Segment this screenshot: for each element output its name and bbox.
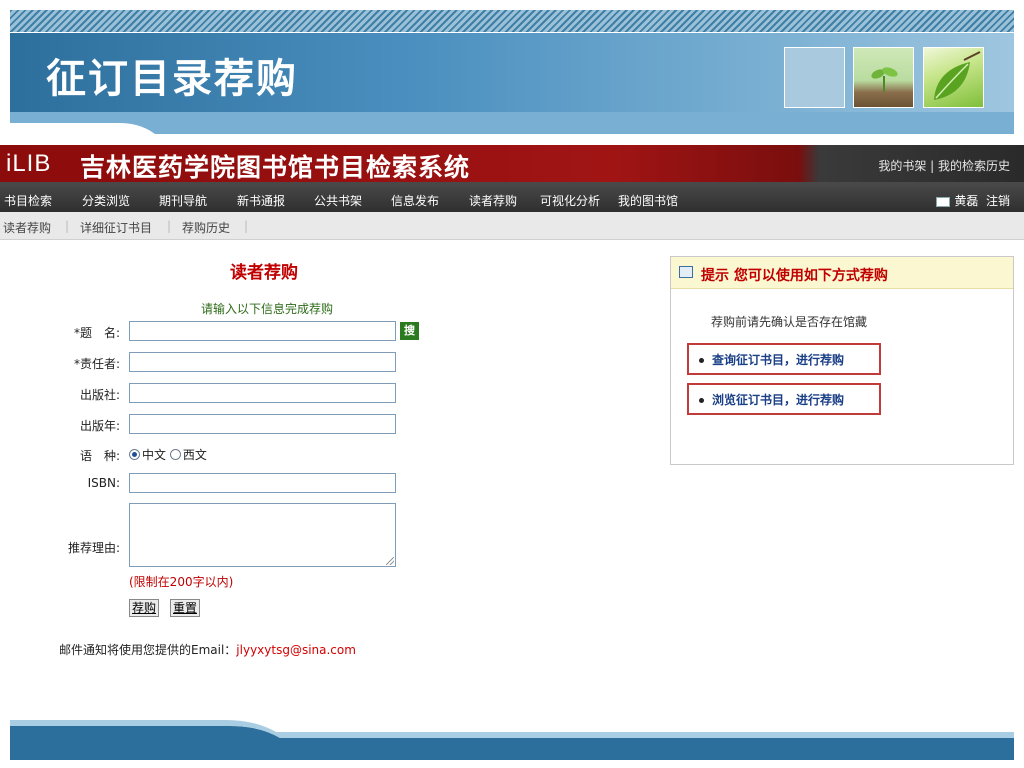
logout-link[interactable]: 注销 bbox=[986, 194, 1010, 208]
author-label: *责任者: bbox=[73, 357, 120, 371]
subnav-item-reader-recommend[interactable]: 读者荐购 bbox=[3, 219, 51, 236]
query-list-link[interactable]: 查询征订书目，进行荐购 bbox=[687, 343, 881, 375]
email-prefix: 邮件通知将使用您提供的Email： bbox=[59, 643, 237, 657]
user-name[interactable]: 黄磊 bbox=[954, 194, 978, 208]
browse-list-link-label[interactable]: 浏览征订书目，进行荐购 bbox=[712, 393, 844, 407]
title-label: *题 名: bbox=[73, 326, 120, 340]
bullet-icon bbox=[699, 398, 704, 403]
language-radio-western[interactable] bbox=[169, 449, 181, 460]
nav-item-visual-analysis[interactable]: 可视化分析 bbox=[540, 192, 600, 209]
sprout-icon bbox=[871, 67, 898, 92]
subnav-separator: | bbox=[167, 219, 172, 233]
tip-title: 提示 您可以使用如下方式荐购 bbox=[701, 268, 888, 284]
publisher-label: 出版社: bbox=[79, 388, 120, 402]
language-label: 语 种: bbox=[79, 449, 120, 463]
author-input[interactable] bbox=[129, 352, 396, 372]
form-heading: 读者荐购 bbox=[230, 263, 298, 283]
user-card-icon bbox=[936, 196, 951, 207]
decor-thumbnail-sprout bbox=[853, 47, 914, 108]
subnav-item-history[interactable]: 荐购历史 bbox=[182, 219, 230, 236]
system-title: 吉林医药学院图书馆书目检索系统 bbox=[80, 153, 471, 182]
decor-thumbnail-leaf bbox=[923, 47, 984, 108]
submit-button[interactable]: 荐购 bbox=[129, 599, 160, 617]
sub-nav bbox=[0, 212, 1024, 240]
year-label: 出版年: bbox=[79, 419, 120, 433]
subnav-separator: | bbox=[244, 219, 249, 233]
subnav-separator: | bbox=[65, 219, 70, 233]
browse-list-link[interactable]: 浏览征订书目，进行荐购 bbox=[687, 383, 881, 415]
resize-handle[interactable] bbox=[386, 557, 394, 565]
reset-button[interactable]: 重置 bbox=[170, 599, 201, 617]
nav-item-journal-nav[interactable]: 期刊导航 bbox=[159, 192, 207, 209]
subnav-item-detailed-list[interactable]: 详细征订书目 bbox=[80, 219, 152, 236]
slide-hatch-band bbox=[10, 10, 1014, 32]
nav-item-catalog-search[interactable]: 书目检索 bbox=[4, 192, 52, 209]
slide-title: 征订目录荐购 bbox=[46, 56, 298, 102]
slide-footer-band bbox=[10, 720, 1014, 760]
bullet-icon bbox=[699, 358, 704, 363]
nav-item-reader-recommend[interactable]: 读者荐购 bbox=[469, 192, 517, 209]
email-address: jlyyxytsg@sina.com bbox=[236, 643, 356, 657]
decor-thumbnail-blank bbox=[784, 47, 845, 108]
isbn-label: ISBN: bbox=[87, 476, 120, 490]
form-subheading: 请输入以下信息完成荐购 bbox=[201, 302, 334, 316]
query-list-link-label[interactable]: 查询征订书目，进行荐购 bbox=[712, 353, 844, 367]
leaf-icon bbox=[934, 51, 981, 100]
reason-label: 推荐理由: bbox=[67, 541, 120, 555]
nav-item-my-library[interactable]: 我的图书馆 bbox=[618, 192, 678, 209]
language-radio-chinese[interactable] bbox=[129, 449, 140, 460]
nav-item-category-browse[interactable]: 分类浏览 bbox=[82, 192, 130, 209]
publisher-input[interactable] bbox=[129, 383, 396, 403]
year-input[interactable] bbox=[129, 414, 396, 434]
top-links[interactable]: 我的书架 | 我的检索历史 bbox=[878, 157, 1010, 174]
user-area: 黄磊 注销 bbox=[936, 192, 1010, 209]
tip-window-icon bbox=[679, 266, 693, 278]
email-notice: 邮件通知将使用您提供的Email：jlyyxytsg@sina.com bbox=[59, 641, 356, 658]
isbn-input[interactable] bbox=[129, 473, 396, 493]
screen: 征订目录荐购 iLIB 吉林医药学院图书馆书目检索系统 我的书架 | 我的检索历… bbox=[0, 0, 1024, 768]
search-button[interactable]: 搜 bbox=[400, 322, 419, 340]
language-radio-group: 中文 西文 bbox=[129, 446, 207, 463]
slide-banner-curve bbox=[10, 112, 1014, 134]
ilib-logo: iLIB bbox=[6, 150, 52, 177]
tip-header: 提示 您可以使用如下方式荐购 bbox=[671, 257, 1013, 289]
nav-item-info-publish[interactable]: 信息发布 bbox=[391, 192, 439, 209]
title-input[interactable] bbox=[129, 321, 396, 341]
nav-item-public-shelf[interactable]: 公共书架 bbox=[314, 192, 362, 209]
reason-textarea[interactable] bbox=[129, 503, 396, 567]
tip-note: 荐购前请先确认是否存在馆藏 bbox=[711, 315, 868, 329]
language-option-western[interactable]: 西文 bbox=[183, 448, 207, 462]
tip-panel: 提示 您可以使用如下方式荐购 荐购前请先确认是否存在馆藏 查询征订书目，进行荐购… bbox=[670, 256, 1014, 465]
nav-item-new-books[interactable]: 新书通报 bbox=[237, 192, 285, 209]
limit-note: (限制在200字以内) bbox=[129, 575, 234, 589]
language-option-chinese[interactable]: 中文 bbox=[142, 448, 166, 462]
